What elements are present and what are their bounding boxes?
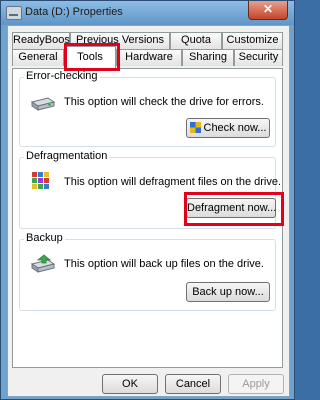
cancel-button[interactable]: Cancel: [165, 374, 221, 394]
check-now-label: Check now...: [203, 122, 267, 134]
dialog-body: ReadyBoost Previous Versions Quota Custo…: [7, 25, 290, 397]
tab-tools[interactable]: Tools: [64, 46, 116, 68]
title-bar[interactable]: Data (D:) Properties ✕: [1, 1, 294, 25]
hard-drive-icon: [30, 97, 56, 111]
tab-sharing[interactable]: Sharing: [182, 49, 234, 66]
tab-general[interactable]: General: [12, 49, 64, 66]
backup-description: This option will back up files on the dr…: [64, 258, 264, 270]
properties-window: Data (D:) Properties ✕ ReadyBoost Previo…: [0, 0, 295, 400]
group-title: Defragmentation: [24, 150, 110, 162]
backup-group: Backup This option will back up files on…: [19, 232, 276, 311]
defragment-now-button[interactable]: Defragment now...: [186, 198, 276, 218]
group-title: Error-checking: [24, 70, 100, 82]
tab-quota[interactable]: Quota: [170, 32, 222, 49]
group-title: Backup: [24, 232, 65, 244]
tools-panel: Error-checking This option will check th…: [12, 68, 284, 368]
tab-security[interactable]: Security: [234, 49, 283, 66]
tab-hardware[interactable]: Hardware: [116, 49, 182, 66]
window-title: Data (D:) Properties: [25, 6, 123, 18]
close-button[interactable]: ✕: [248, 1, 288, 20]
defragmentation-description: This option will defragment files on the…: [64, 176, 282, 188]
tab-customize[interactable]: Customize: [222, 32, 283, 49]
apply-button[interactable]: Apply: [228, 374, 284, 394]
error-checking-description: This option will check the drive for err…: [64, 96, 264, 108]
shield-icon: [189, 122, 201, 133]
back-up-now-button[interactable]: Back up now...: [186, 282, 270, 302]
check-now-button[interactable]: Check now...: [186, 118, 270, 138]
drive-icon: [6, 6, 22, 20]
backup-icon: [30, 254, 56, 273]
defragment-icon: [32, 172, 49, 189]
error-checking-group: Error-checking This option will check th…: [19, 70, 276, 147]
ok-button[interactable]: OK: [102, 374, 158, 394]
tab-readyboost[interactable]: ReadyBoost: [12, 32, 73, 49]
defragmentation-group: Defragmentation This option will defragm…: [19, 150, 281, 229]
